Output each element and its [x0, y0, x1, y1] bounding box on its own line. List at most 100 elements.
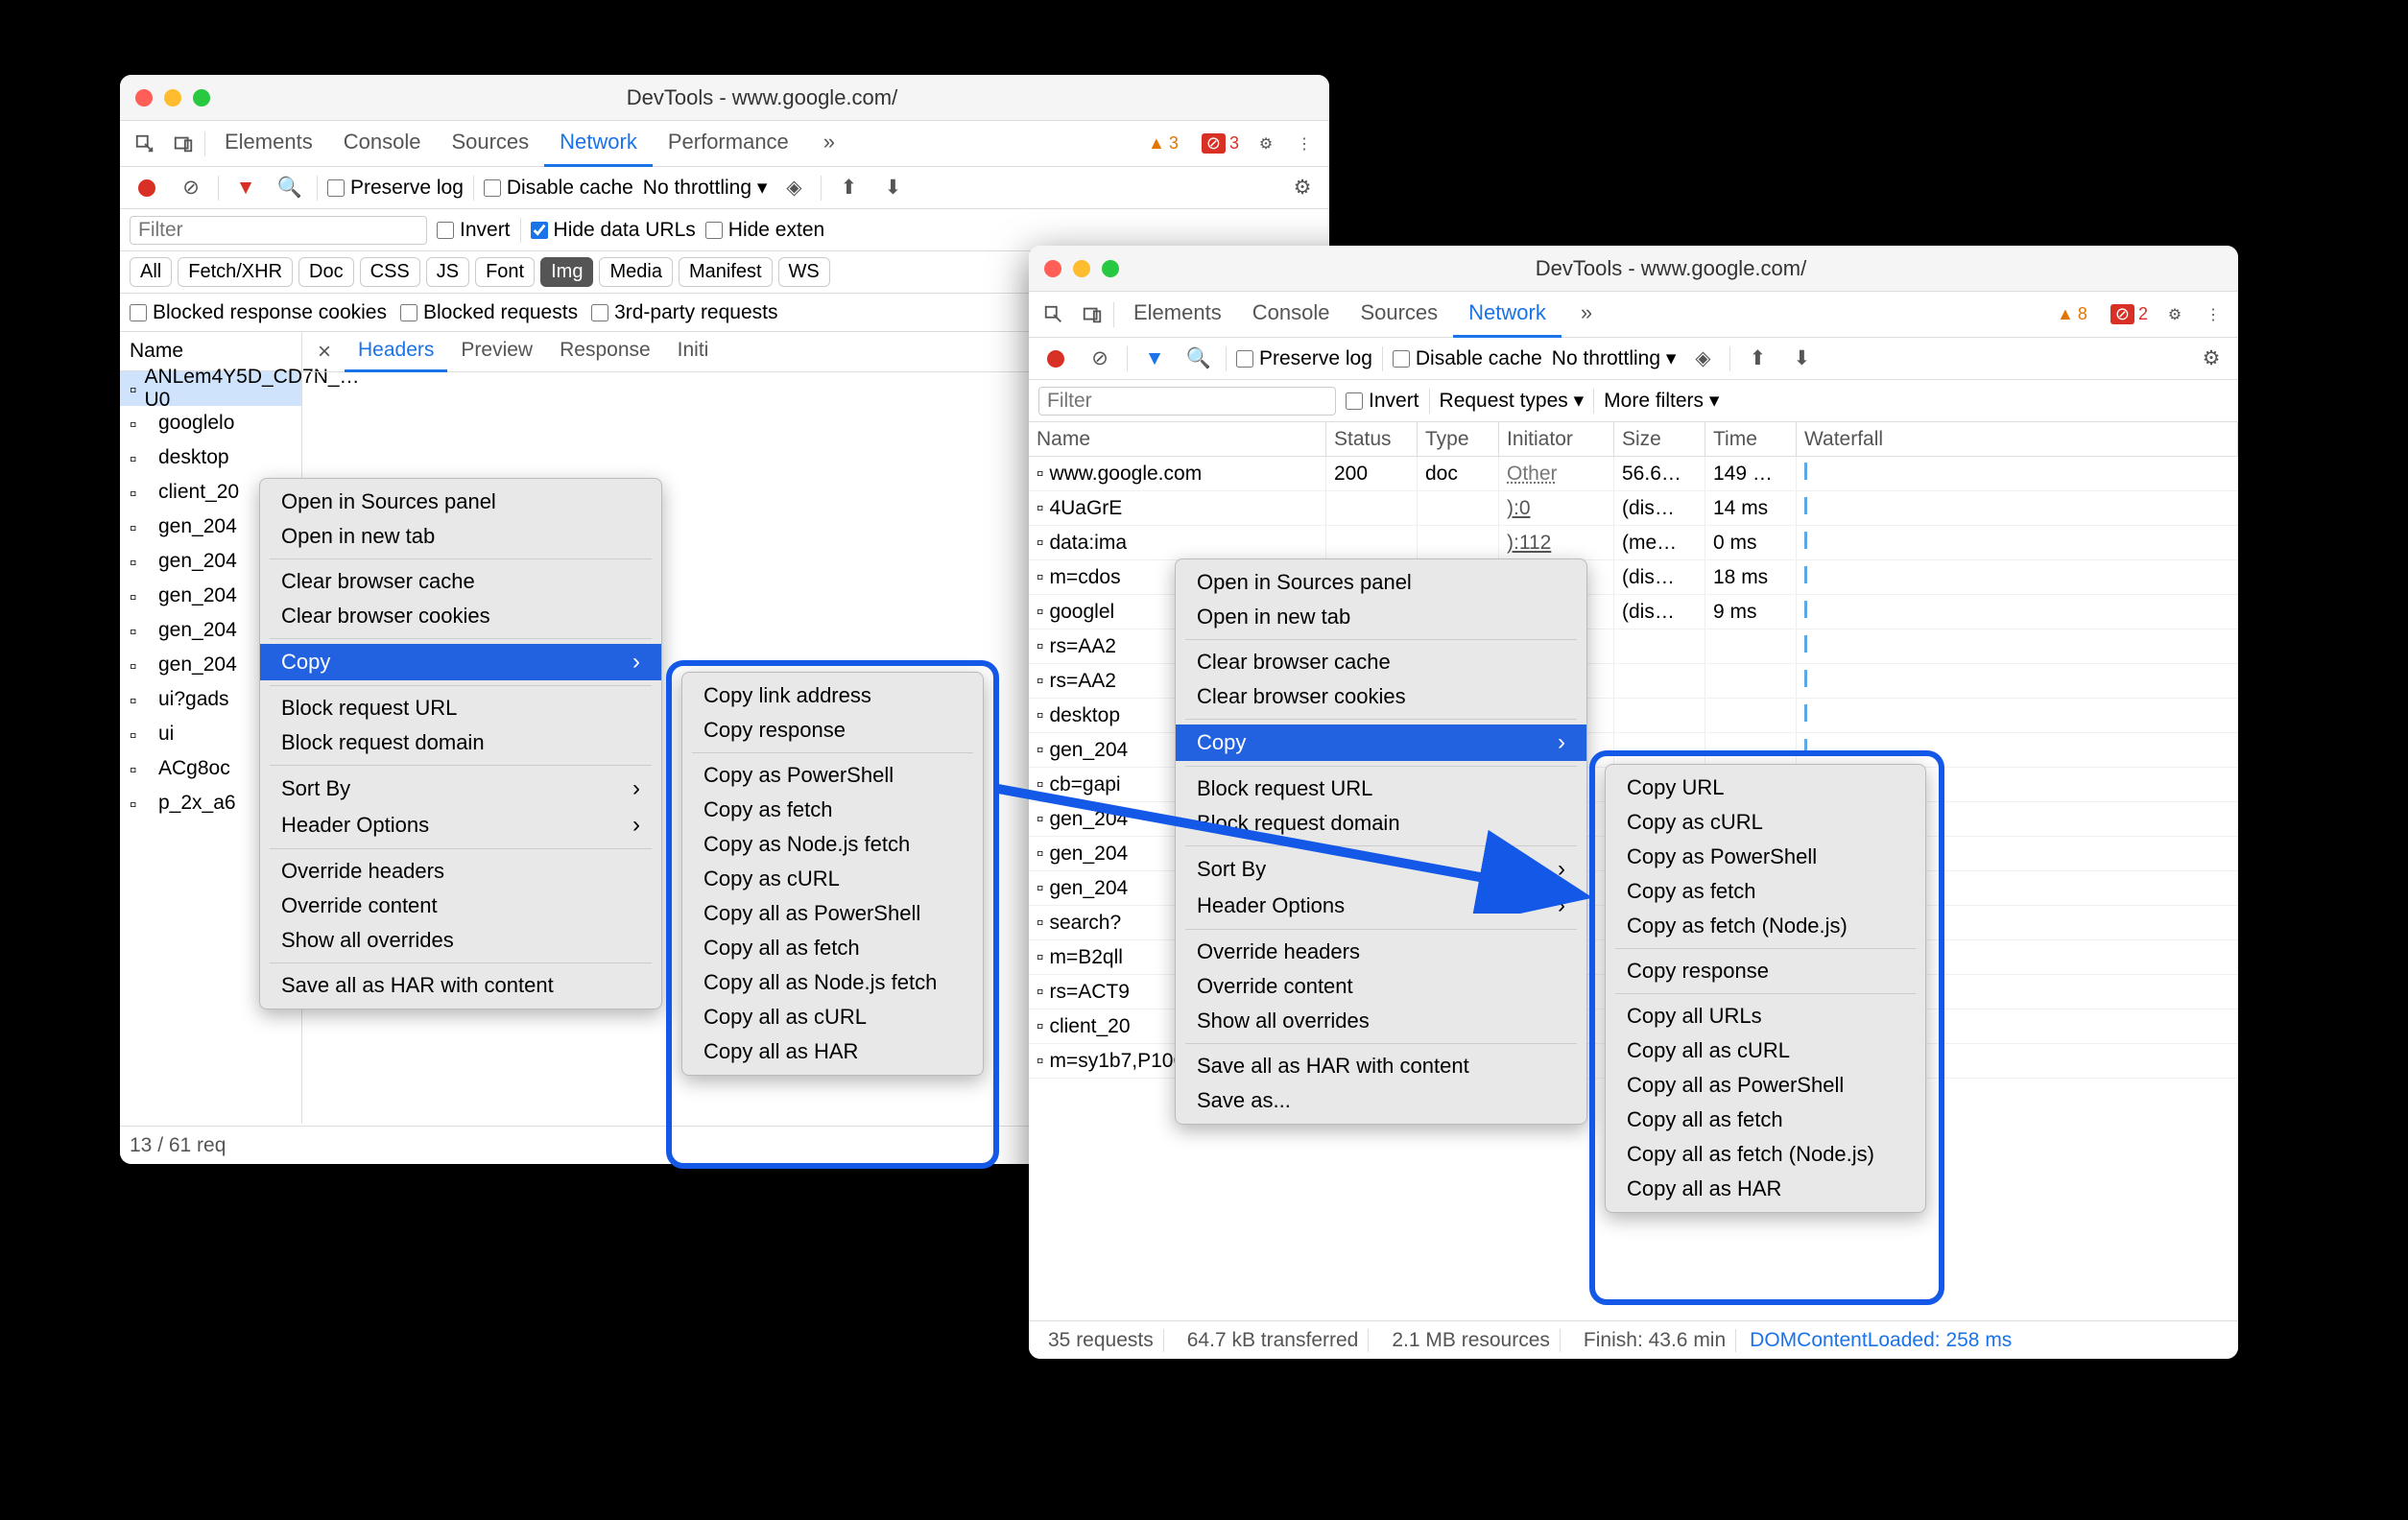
- ctx-copy-all-urls[interactable]: Copy all URLs: [1606, 999, 1925, 1033]
- ctx-copy-all-as-fetch-node-js-[interactable]: Copy all as fetch (Node.js): [1606, 1137, 1925, 1172]
- disable-cache-checkbox[interactable]: Disable cache: [484, 177, 633, 200]
- upload-har-icon[interactable]: ⬆: [1740, 342, 1775, 376]
- column-type[interactable]: Type: [1418, 422, 1499, 456]
- ctx-clear-browser-cache[interactable]: Clear browser cache: [260, 564, 661, 599]
- ctx-copy-as-curl[interactable]: Copy as cURL: [682, 862, 983, 896]
- settings-icon[interactable]: ⚙: [2158, 297, 2192, 332]
- maximize-window-button[interactable]: [1102, 260, 1119, 277]
- warning-badge[interactable]: ▲ 3: [1142, 131, 1184, 155]
- ctx-clear-browser-cache[interactable]: Clear browser cache: [1176, 645, 1586, 679]
- invert-checkbox[interactable]: Invert: [437, 219, 511, 242]
- filter-input[interactable]: [1038, 387, 1336, 416]
- clear-button[interactable]: ⊘: [1083, 342, 1117, 376]
- kebab-icon[interactable]: ⋮: [1287, 127, 1322, 161]
- filter-icon[interactable]: ▼: [228, 171, 263, 205]
- network-conditions-icon[interactable]: ◈: [776, 171, 811, 205]
- network-conditions-icon[interactable]: ◈: [1685, 342, 1720, 376]
- hide-extensions-checkbox[interactable]: Hide exten: [705, 219, 824, 242]
- record-button[interactable]: [130, 171, 164, 205]
- preserve-log-checkbox[interactable]: Preserve log: [1236, 347, 1372, 370]
- maximize-window-button[interactable]: [193, 89, 210, 107]
- filter-input[interactable]: [130, 216, 427, 245]
- error-badge[interactable]: ⊘ 3: [1196, 131, 1245, 155]
- more-tabs[interactable]: »: [1565, 291, 1608, 338]
- download-har-icon[interactable]: ⬇: [875, 171, 910, 205]
- panel-tab-headers[interactable]: Headers: [345, 331, 447, 372]
- table-row[interactable]: ▫4UaGrE):0(dis…14 ms: [1029, 491, 2238, 526]
- request-types-dropdown[interactable]: Request types ▾: [1440, 389, 1585, 413]
- ctx-copy-response[interactable]: Copy response: [682, 713, 983, 748]
- ctx-copy-all-as-powershell[interactable]: Copy all as PowerShell: [682, 896, 983, 931]
- minimize-window-button[interactable]: [164, 89, 181, 107]
- tab-elements[interactable]: Elements: [209, 120, 328, 167]
- panel-tab-response[interactable]: Response: [546, 331, 664, 372]
- panel-tab-initi[interactable]: Initi: [664, 331, 723, 372]
- chip-all[interactable]: All: [130, 257, 172, 287]
- tab-sources[interactable]: Sources: [1345, 291, 1453, 338]
- clear-button[interactable]: ⊘: [174, 171, 208, 205]
- ctx-show-all-overrides[interactable]: Show all overrides: [260, 923, 661, 958]
- ctx-save-as-[interactable]: Save as...: [1176, 1083, 1586, 1118]
- blocked-requests-checkbox[interactable]: Blocked requests: [400, 301, 578, 324]
- chip-img[interactable]: Img: [540, 257, 593, 287]
- ctx-open-in-new-tab[interactable]: Open in new tab: [1176, 600, 1586, 634]
- filter-icon[interactable]: ▼: [1137, 342, 1172, 376]
- ctx-sort-by[interactable]: Sort By: [1176, 851, 1586, 888]
- device-toggle-icon[interactable]: [1075, 297, 1109, 332]
- request-item[interactable]: ▫ANLem4Y5D_CD7N_…U0: [120, 371, 301, 406]
- disable-cache-checkbox[interactable]: Disable cache: [1393, 347, 1542, 370]
- column-initiator[interactable]: Initiator: [1499, 422, 1614, 456]
- tab-console[interactable]: Console: [1237, 291, 1346, 338]
- download-har-icon[interactable]: ⬇: [1784, 342, 1819, 376]
- ctx-show-all-overrides[interactable]: Show all overrides: [1176, 1004, 1586, 1038]
- network-settings-icon[interactable]: ⚙: [1285, 171, 1320, 205]
- ctx-block-request-domain[interactable]: Block request domain: [1176, 806, 1586, 841]
- close-window-button[interactable]: [1044, 260, 1061, 277]
- ctx-block-request-url[interactable]: Block request URL: [260, 691, 661, 725]
- inspect-icon[interactable]: [1037, 297, 1071, 332]
- throttling-select[interactable]: No throttling ▾: [1552, 346, 1677, 370]
- chip-js[interactable]: JS: [426, 257, 469, 287]
- ctx-copy-all-as-curl[interactable]: Copy all as cURL: [682, 1000, 983, 1034]
- ctx-copy-all-as-har[interactable]: Copy all as HAR: [682, 1034, 983, 1069]
- ctx-save-all-as-har-with-content[interactable]: Save all as HAR with content: [1176, 1049, 1586, 1083]
- table-row[interactable]: ▫www.google.com200docOther56.6…149 …: [1029, 457, 2238, 491]
- ctx-copy[interactable]: Copy: [260, 644, 661, 680]
- ctx-copy-as-fetch[interactable]: Copy as fetch: [1606, 874, 1925, 909]
- ctx-open-in-sources-panel[interactable]: Open in Sources panel: [260, 485, 661, 519]
- upload-har-icon[interactable]: ⬆: [831, 171, 866, 205]
- more-filters-dropdown[interactable]: More filters ▾: [1604, 389, 1719, 413]
- tab-elements[interactable]: Elements: [1118, 291, 1237, 338]
- chip-doc[interactable]: Doc: [298, 257, 354, 287]
- ctx-copy-all-as-har[interactable]: Copy all as HAR: [1606, 1172, 1925, 1206]
- ctx-copy-all-as-fetch[interactable]: Copy all as fetch: [1606, 1103, 1925, 1137]
- throttling-select[interactable]: No throttling ▾: [643, 176, 768, 200]
- ctx-save-all-as-har-with-content[interactable]: Save all as HAR with content: [260, 968, 661, 1003]
- network-settings-icon[interactable]: ⚙: [2194, 342, 2229, 376]
- ctx-copy-all-as-node-js-fetch[interactable]: Copy all as Node.js fetch: [682, 965, 983, 1000]
- inspect-icon[interactable]: [128, 127, 162, 161]
- ctx-copy-link-address[interactable]: Copy link address: [682, 678, 983, 713]
- ctx-sort-by[interactable]: Sort By: [260, 771, 661, 807]
- ctx-override-content[interactable]: Override content: [1176, 969, 1586, 1004]
- ctx-override-content[interactable]: Override content: [260, 889, 661, 923]
- ctx-copy-all-as-curl[interactable]: Copy all as cURL: [1606, 1033, 1925, 1068]
- panel-tab-preview[interactable]: Preview: [447, 331, 546, 372]
- ctx-copy-url[interactable]: Copy URL: [1606, 771, 1925, 805]
- invert-checkbox[interactable]: Invert: [1346, 390, 1419, 413]
- hide-data-urls-checkbox[interactable]: Hide data URLs: [531, 219, 696, 242]
- ctx-open-in-new-tab[interactable]: Open in new tab: [260, 519, 661, 554]
- ctx-block-request-url[interactable]: Block request URL: [1176, 772, 1586, 806]
- ctx-open-in-sources-panel[interactable]: Open in Sources panel: [1176, 565, 1586, 600]
- ctx-copy-as-powershell[interactable]: Copy as PowerShell: [682, 758, 983, 793]
- table-row[interactable]: ▫data:ima):112(me…0 ms: [1029, 526, 2238, 560]
- chip-manifest[interactable]: Manifest: [679, 257, 773, 287]
- tab-network[interactable]: Network: [1453, 291, 1562, 338]
- third-party-checkbox[interactable]: 3rd-party requests: [591, 301, 777, 324]
- ctx-copy-as-fetch-node-js-[interactable]: Copy as fetch (Node.js): [1606, 909, 1925, 943]
- request-item[interactable]: ▫desktop: [120, 440, 301, 475]
- tab-sources[interactable]: Sources: [436, 120, 544, 167]
- column-waterfall[interactable]: Waterfall: [1797, 422, 2238, 456]
- warning-badge[interactable]: ▲ 8: [2051, 302, 2093, 326]
- ctx-copy-all-as-powershell[interactable]: Copy all as PowerShell: [1606, 1068, 1925, 1103]
